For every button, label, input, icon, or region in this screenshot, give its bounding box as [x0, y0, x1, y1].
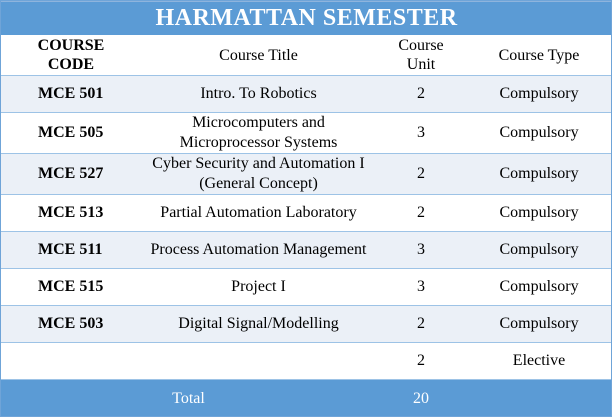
- table-row: MCE 515 Project I 3 Compulsory: [1, 268, 613, 306]
- header-course-type: Course Type: [466, 35, 613, 76]
- course-type: Elective: [466, 342, 613, 380]
- course-title: Digital Signal/Modelling: [141, 305, 376, 343]
- total-type-empty: [466, 379, 613, 417]
- header-unit-line1: Course: [398, 37, 444, 54]
- course-unit: 2: [376, 153, 466, 195]
- course-code: MCE 505: [1, 112, 141, 154]
- course-code: MCE 503: [1, 305, 141, 343]
- course-unit: 3: [376, 112, 466, 154]
- course-code: MCE 515: [1, 268, 141, 306]
- course-title-line1: Project I: [231, 278, 286, 295]
- total-row: Total 20: [1, 379, 613, 417]
- header-course-title: Course Title: [141, 35, 376, 76]
- total-units: 20: [376, 379, 466, 417]
- course-title: Cyber Security and Automation I (General…: [141, 153, 376, 195]
- table-row: MCE 527 Cyber Security and Automation I …: [1, 153, 613, 195]
- table-row: MCE 501 Intro. To Robotics 2 Compulsory: [1, 75, 613, 113]
- course-unit: 3: [376, 268, 466, 306]
- header-course-unit: Course Unit: [376, 35, 466, 76]
- course-type: Compulsory: [466, 153, 613, 195]
- course-unit: 2: [376, 342, 466, 380]
- total-label: Total: [1, 379, 376, 417]
- course-title: Partial Automation Laboratory: [141, 194, 376, 232]
- course-type: Compulsory: [466, 194, 613, 232]
- course-unit: 2: [376, 194, 466, 232]
- course-title: Project I: [141, 268, 376, 306]
- table-row: MCE 511 Process Automation Management 3 …: [1, 231, 613, 269]
- table-row: 2 Elective: [1, 342, 613, 380]
- header-code-line2: CODE: [47, 56, 95, 73]
- header-row: COURSE CODE Course Title Course Unit Cou…: [1, 35, 613, 76]
- course-type: Compulsory: [466, 231, 613, 269]
- course-table-panel: HARMATTAN SEMESTER COURSE CODE Course Ti…: [0, 0, 613, 418]
- course-title: [141, 342, 376, 380]
- table-row: MCE 513 Partial Automation Laboratory 2 …: [1, 194, 613, 232]
- header-unit-line2: Unit: [406, 56, 436, 73]
- course-title: Intro. To Robotics: [141, 75, 376, 113]
- course-code: MCE 527: [1, 153, 141, 195]
- course-title-line2: (General Concept): [199, 175, 318, 192]
- course-title: Process Automation Management: [141, 231, 376, 269]
- semester-title: HARMATTAN SEMESTER: [1, 1, 613, 35]
- course-title: Microcomputers and Microprocessor System…: [141, 112, 376, 154]
- course-code: MCE 513: [1, 194, 141, 232]
- course-title-line1: Process Automation Management: [150, 241, 367, 258]
- course-title-line2: Microprocessor Systems: [179, 134, 338, 151]
- course-type: Compulsory: [466, 112, 613, 154]
- course-title-line1: Partial Automation Laboratory: [160, 204, 357, 221]
- course-code: [1, 342, 141, 380]
- course-title-line1: Digital Signal/Modelling: [178, 315, 339, 332]
- course-title-line1: Intro. To Robotics: [200, 85, 317, 102]
- course-type: Compulsory: [466, 305, 613, 343]
- course-unit: 3: [376, 231, 466, 269]
- header-course-code: COURSE CODE: [1, 35, 141, 76]
- table-title-row: HARMATTAN SEMESTER: [1, 1, 613, 35]
- course-title-line1: Cyber Security and Automation I: [152, 155, 365, 172]
- course-code: MCE 501: [1, 75, 141, 113]
- course-table: HARMATTAN SEMESTER COURSE CODE Course Ti…: [1, 1, 613, 417]
- course-unit: 2: [376, 75, 466, 113]
- table-row: MCE 505 Microcomputers and Microprocesso…: [1, 112, 613, 154]
- course-code: MCE 511: [1, 231, 141, 269]
- course-title-line1: Microcomputers and: [192, 114, 325, 131]
- course-type: Compulsory: [466, 75, 613, 113]
- course-type: Compulsory: [466, 268, 613, 306]
- table-row: MCE 503 Digital Signal/Modelling 2 Compu…: [1, 305, 613, 343]
- course-unit: 2: [376, 305, 466, 343]
- header-code-line1: COURSE: [37, 37, 105, 54]
